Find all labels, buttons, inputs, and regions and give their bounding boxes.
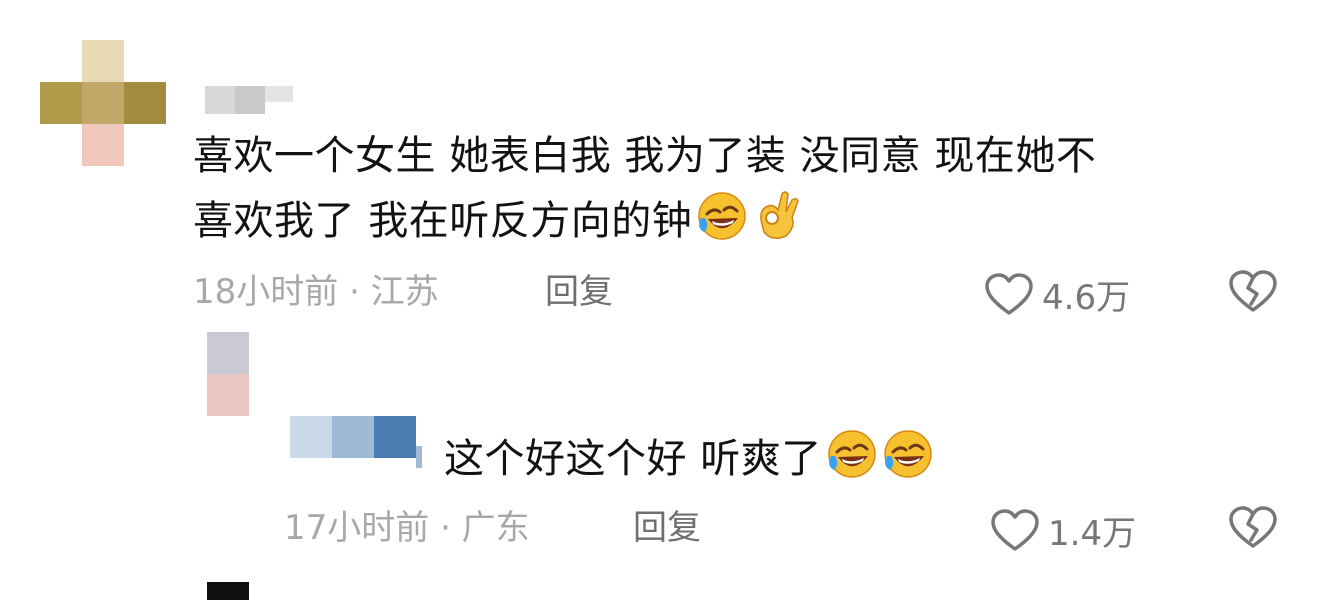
- broken-heart-icon[interactable]: [1228, 270, 1278, 318]
- username[interactable]: [205, 84, 293, 116]
- next-reply-avatar[interactable]: [207, 582, 249, 600]
- comment-text: 喜欢一个女生 她表白我 我为了装 没同意 现在她不 喜欢我了 我在听反方向的钟: [193, 126, 1096, 259]
- like-button[interactable]: 1.4万: [990, 506, 1136, 555]
- rolling-on-floor-laughing-emoji: [882, 428, 934, 497]
- rolling-on-floor-laughing-emoji: [696, 190, 748, 259]
- heart-outline-icon: [984, 272, 1034, 317]
- like-count: 4.6万: [1042, 278, 1131, 318]
- rolling-on-floor-laughing-emoji: [826, 428, 878, 497]
- like-count: 1.4万: [1048, 514, 1137, 554]
- broken-heart-icon[interactable]: [1228, 506, 1278, 554]
- like-button[interactable]: 4.6万: [984, 270, 1130, 319]
- avatar[interactable]: [40, 40, 166, 166]
- reply-button[interactable]: 回复: [633, 508, 701, 548]
- reply-username[interactable]: [290, 416, 438, 472]
- heart-outline-icon: [990, 508, 1040, 553]
- time-location: 17小时前 · 广东: [284, 508, 530, 548]
- ok-hand-emoji: [752, 186, 804, 259]
- reply-avatar[interactable]: [207, 332, 249, 416]
- comment-text-line: 喜欢一个女生 她表白我 我为了装 没同意 现在她不: [193, 133, 1097, 179]
- reply-meta: 17小时前 · 广东 回复: [284, 508, 1324, 548]
- reply-text: 这个好这个好 听爽了: [444, 428, 934, 497]
- time-location: 18小时前 · 江苏: [193, 272, 439, 312]
- comment-text-line: 喜欢我了 我在听反方向的钟: [193, 186, 1096, 259]
- comment-meta: 18小时前 · 江苏 回复: [193, 272, 1323, 312]
- reply-button[interactable]: 回复: [545, 272, 613, 312]
